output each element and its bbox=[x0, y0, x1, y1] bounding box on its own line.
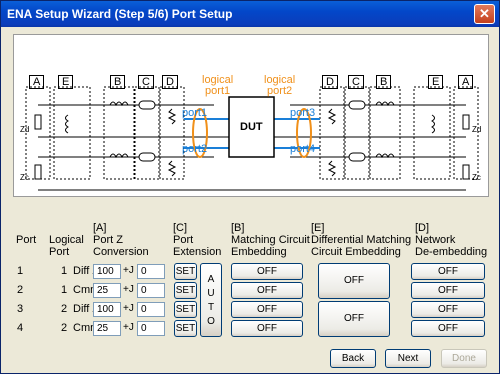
header-logical-port: Logical Port bbox=[49, 234, 84, 258]
row1-network-off-button[interactable]: OFF bbox=[411, 263, 485, 280]
resistor-d-right-bottom bbox=[327, 160, 337, 177]
header-port-extension: [C] Port Extension bbox=[173, 222, 222, 258]
row2-imag-input[interactable]: 0 bbox=[137, 283, 165, 298]
port1-label: port1 bbox=[182, 107, 208, 119]
tline-c-left-bottom bbox=[138, 152, 156, 162]
row1-plus-j: +J bbox=[123, 265, 134, 276]
dut-label: DUT bbox=[240, 121, 263, 133]
header-matching: [B] Matching Circuit Embedding bbox=[231, 222, 310, 258]
tline-c-right-bottom bbox=[348, 152, 366, 162]
row1-logical: 1 bbox=[61, 265, 68, 277]
header-port: Port bbox=[16, 234, 37, 246]
circuit-schematic bbox=[25, 86, 479, 191]
row3-network-off-button[interactable]: OFF bbox=[411, 301, 485, 318]
header-port-z: [A] Port Z Conversion bbox=[93, 222, 149, 258]
row4-real-input[interactable]: 25 bbox=[93, 321, 121, 336]
row2-set-button[interactable]: SET bbox=[174, 282, 197, 299]
row1-port: 1 bbox=[17, 265, 24, 277]
setup-wizard-window: ENA Setup Wizard (Step 5/6) Port Setup ✕ bbox=[0, 0, 500, 374]
block-label-c-right: C bbox=[348, 75, 364, 89]
row4-network-off-button[interactable]: OFF bbox=[411, 320, 485, 337]
next-button[interactable]: Next bbox=[385, 349, 431, 368]
row4-imag-input[interactable]: 0 bbox=[137, 321, 165, 336]
z-label-right-bottom: Zc bbox=[472, 173, 481, 182]
port-diagram: A E B C D D C B E A logical port1 logical… bbox=[13, 34, 489, 197]
block-b-right bbox=[369, 86, 401, 180]
back-button[interactable]: Back bbox=[330, 349, 376, 368]
row4-matching-off-button[interactable]: OFF bbox=[231, 320, 303, 337]
row4-set-button[interactable]: SET bbox=[174, 320, 197, 337]
block-label-a-right: A bbox=[458, 75, 474, 89]
auto-button[interactable]: AUTO bbox=[200, 263, 222, 337]
row1-imag-input[interactable]: 0 bbox=[137, 264, 165, 279]
block-label-a-left: A bbox=[29, 75, 45, 89]
row2-logical: 1 bbox=[61, 284, 68, 296]
row3-real-input[interactable]: 100 bbox=[93, 302, 121, 317]
logical-port2-label: logical port2 bbox=[264, 74, 296, 97]
row3-plus-j: +J bbox=[123, 303, 134, 314]
resistor-d-left-top bbox=[167, 108, 177, 125]
z-resistor-right-bottom bbox=[462, 164, 470, 180]
block-e-left bbox=[53, 86, 91, 180]
z-resistor-left-bottom bbox=[34, 164, 42, 180]
block-label-c-left: C bbox=[138, 75, 154, 89]
port3-label: port3 bbox=[290, 107, 316, 119]
coil-e-left bbox=[65, 114, 69, 134]
row4-logical: 2 bbox=[61, 322, 68, 334]
resistor-d-right-top bbox=[327, 108, 337, 125]
logical-port1-label: logical port1 bbox=[202, 74, 234, 97]
row1-set-button[interactable]: SET bbox=[174, 263, 197, 280]
title-bar: ENA Setup Wizard (Step 5/6) Port Setup ✕ bbox=[1, 1, 499, 27]
block-label-d-right: D bbox=[322, 75, 338, 89]
block-label-b-left: B bbox=[110, 75, 126, 89]
port4-label: port4 bbox=[290, 143, 316, 155]
block-label-e-right: E bbox=[428, 75, 444, 89]
z-resistor-left-top bbox=[34, 114, 42, 130]
row3-port: 3 bbox=[17, 303, 24, 315]
z-label-left-top: Zd bbox=[20, 125, 30, 134]
coil-e-right bbox=[431, 114, 435, 134]
row2-matching-off-button[interactable]: OFF bbox=[231, 282, 303, 299]
done-button[interactable]: Done bbox=[441, 349, 487, 368]
header-diff-matching: [E] Differential Matching Circuit Embeddin… bbox=[311, 222, 412, 258]
tline-c-left-top bbox=[138, 100, 156, 110]
resistor-d-left-bottom bbox=[167, 160, 177, 177]
port2-label: port2 bbox=[182, 143, 208, 155]
tline-c-right-top bbox=[348, 100, 366, 110]
row3-set-button[interactable]: SET bbox=[174, 301, 197, 318]
z-label-left-bottom: Zc bbox=[20, 173, 29, 182]
row2-network-off-button[interactable]: OFF bbox=[411, 282, 485, 299]
row1-real-input[interactable]: 100 bbox=[93, 264, 121, 279]
row3-matching-off-button[interactable]: OFF bbox=[231, 301, 303, 318]
row4-plus-j: +J bbox=[123, 322, 134, 333]
row2-plus-j: +J bbox=[123, 284, 134, 295]
row2-port: 2 bbox=[17, 284, 24, 296]
logical2-diff-matching-off-button[interactable]: OFF bbox=[318, 301, 390, 337]
header-network: [D] Network De-embedding bbox=[415, 222, 488, 258]
block-b-left bbox=[103, 86, 135, 180]
close-button[interactable]: ✕ bbox=[474, 4, 495, 24]
block-label-d-left: D bbox=[162, 75, 178, 89]
close-icon: ✕ bbox=[479, 6, 490, 21]
row2-real-input[interactable]: 25 bbox=[93, 283, 121, 298]
row1-matching-off-button[interactable]: OFF bbox=[231, 263, 303, 280]
block-label-b-right: B bbox=[376, 75, 392, 89]
row3-imag-input[interactable]: 0 bbox=[137, 302, 165, 317]
window-title: ENA Setup Wizard (Step 5/6) Port Setup bbox=[7, 7, 233, 21]
logical1-diff-matching-off-button[interactable]: OFF bbox=[318, 263, 390, 299]
row4-port: 4 bbox=[17, 322, 24, 334]
z-label-right-top: Zd bbox=[472, 125, 482, 134]
block-label-e-left: E bbox=[58, 75, 74, 89]
row3-logical: 2 bbox=[61, 303, 68, 315]
z-resistor-right-top bbox=[462, 114, 470, 130]
